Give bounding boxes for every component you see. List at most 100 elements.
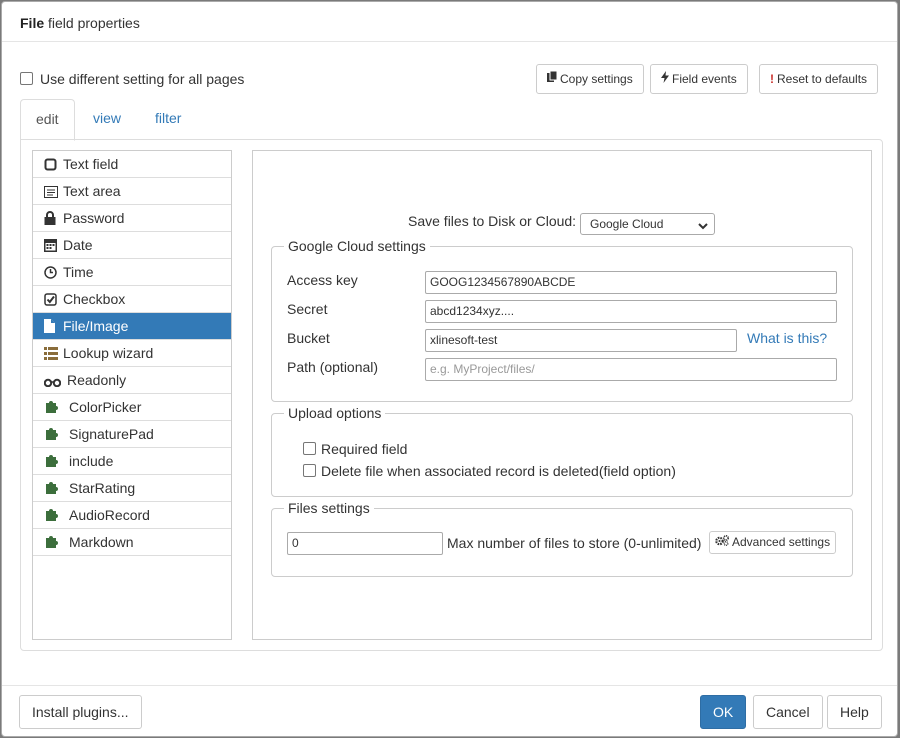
field-properties-dialog: File field properties Use different sett… xyxy=(1,1,898,737)
sidebar-item-label: Time xyxy=(63,264,94,280)
puzzle-icon xyxy=(44,453,62,467)
sidebar-item-label: Password xyxy=(63,210,125,226)
install-plugins-button[interactable]: Install plugins... xyxy=(19,695,142,729)
sidebar-item-label: File/Image xyxy=(63,318,129,334)
ok-button[interactable]: OK xyxy=(700,695,747,729)
top-toolbar: Use different setting for all pages Copy… xyxy=(20,64,879,94)
tab-filter[interactable]: filter xyxy=(140,99,196,140)
sidebar-item-checkbox[interactable]: Checkbox xyxy=(33,286,231,313)
sidebar-item-password[interactable]: Password xyxy=(33,205,231,232)
file-icon xyxy=(44,319,58,333)
sidebar-item-lookup-wizard[interactable]: Lookup wizard xyxy=(33,340,231,367)
square-outline-icon xyxy=(44,158,58,172)
bucket-label: Bucket xyxy=(287,330,330,346)
sidebar-item-label: Checkbox xyxy=(63,291,126,307)
path-label: Path (optional) xyxy=(287,359,379,375)
dialog-titlebar: File field properties xyxy=(2,2,897,42)
sidebar-item-signaturepad[interactable]: SignaturePad xyxy=(33,421,231,448)
sidebar-item-text-area[interactable]: Text area xyxy=(33,178,231,205)
secret-label: Secret xyxy=(287,301,328,317)
reset-defaults-label: Reset to defaults xyxy=(777,72,868,86)
bucket-input[interactable]: xlinesoft-test xyxy=(425,329,737,352)
path-input[interactable]: e.g. MyProject/files/ xyxy=(425,358,837,381)
advanced-settings-button[interactable]: Advanced settings xyxy=(709,531,837,554)
secret-input[interactable]: abcd1234xyz.... xyxy=(425,300,837,323)
access-key-input[interactable]: GOOG1234567890ABCDE xyxy=(425,271,837,294)
sidebar-item-label: AudioRecord xyxy=(69,507,150,523)
sidebar-item-label: Text field xyxy=(63,156,119,172)
all-pages-option[interactable]: Use different setting for all pages xyxy=(20,71,244,87)
upload-options-legend: Upload options xyxy=(288,405,382,421)
sidebar-item-text-field[interactable]: Text field xyxy=(33,151,231,178)
sidebar-item-label: Text area xyxy=(63,183,121,199)
what-is-this-link[interactable]: What is this? xyxy=(747,330,827,346)
cloud-settings-legend: Google Cloud settings xyxy=(288,238,426,254)
max-files-input[interactable]: 0 xyxy=(287,532,443,555)
dialog-footer: Install plugins... OK Cancel Help xyxy=(2,685,897,737)
puzzle-icon xyxy=(44,534,62,548)
sidebar-item-date[interactable]: Date xyxy=(33,232,231,259)
sidebar-item-label: Markdown xyxy=(69,534,134,550)
copy-settings-button[interactable]: Copy settings xyxy=(536,64,644,94)
sidebar-item-audiorecord[interactable]: AudioRecord xyxy=(33,502,231,529)
max-files-label: Max number of files to store (0-unlimite… xyxy=(447,535,702,551)
sidebar-item-colorpicker[interactable]: ColorPicker xyxy=(33,394,231,421)
storage-selected-value: Google Cloud xyxy=(590,217,664,231)
dialog-title-rest: field properties xyxy=(44,15,140,31)
sidebar-item-label: StarRating xyxy=(69,480,136,496)
chevron-down-icon xyxy=(698,219,708,233)
textarea-icon xyxy=(44,185,58,199)
sidebar-item-label: SignaturePad xyxy=(69,426,154,442)
field-events-button[interactable]: Field events xyxy=(650,64,748,94)
settings-panel: Save files to Disk or Cloud: Google Clou… xyxy=(252,150,872,640)
copy-icon xyxy=(547,65,558,93)
files-settings-legend: Files settings xyxy=(288,500,370,516)
required-field-checkbox[interactable] xyxy=(303,441,316,455)
cancel-button[interactable]: Cancel xyxy=(753,695,823,729)
clock-icon xyxy=(44,266,58,280)
storage-select[interactable]: Google Cloud xyxy=(580,213,715,235)
sidebar-item-starrating[interactable]: StarRating xyxy=(33,475,231,502)
required-field-option[interactable]: Required field xyxy=(303,441,407,457)
glasses-icon xyxy=(43,374,62,388)
puzzle-icon xyxy=(44,399,62,413)
calendar-icon xyxy=(44,239,58,253)
list-icon xyxy=(44,347,58,361)
access-key-label: Access key xyxy=(287,272,358,288)
exclamation-icon: ! xyxy=(770,72,774,86)
lock-icon xyxy=(44,211,58,225)
sidebar-item-readonly[interactable]: Readonly xyxy=(33,367,231,394)
advanced-settings-label: Advanced settings xyxy=(732,535,831,549)
delete-file-option[interactable]: Delete file when associated record is de… xyxy=(303,463,676,479)
sidebar-item-label: Lookup wizard xyxy=(63,345,154,361)
gears-icon xyxy=(715,532,730,553)
delete-file-checkbox[interactable] xyxy=(303,463,316,477)
sidebar-item-label: include xyxy=(69,453,114,469)
copy-settings-label: Copy settings xyxy=(560,72,633,86)
all-pages-checkbox[interactable] xyxy=(20,72,33,86)
all-pages-label: Use different setting for all pages xyxy=(40,71,245,87)
sidebar-item-file-image[interactable]: File/Image xyxy=(33,313,231,340)
edit-tab-panel: Text field Text area Password Date Time … xyxy=(20,139,883,651)
sidebar-item-label: Readonly xyxy=(67,372,127,388)
sidebar-item-label: ColorPicker xyxy=(69,399,142,415)
tab-view[interactable]: view xyxy=(78,99,136,140)
delete-file-label: Delete file when associated record is de… xyxy=(321,463,676,479)
help-button[interactable]: Help xyxy=(827,695,882,729)
puzzle-icon xyxy=(44,480,62,494)
sidebar-item-markdown[interactable]: Markdown xyxy=(33,529,231,556)
puzzle-icon xyxy=(44,426,62,440)
check-square-icon xyxy=(44,293,58,307)
tab-edit[interactable]: edit xyxy=(20,99,75,141)
storage-label: Save files to Disk or Cloud: xyxy=(408,213,577,229)
puzzle-icon xyxy=(44,507,62,521)
reset-defaults-button[interactable]: ! Reset to defaults xyxy=(759,64,879,94)
required-field-label: Required field xyxy=(321,441,408,457)
edit-type-list: Text field Text area Password Date Time … xyxy=(32,150,232,640)
sidebar-item-include[interactable]: include xyxy=(33,448,231,475)
sidebar-item-label: Date xyxy=(63,237,93,253)
sidebar-item-time[interactable]: Time xyxy=(33,259,231,286)
field-events-label: Field events xyxy=(672,72,737,86)
dialog-title-bold: File xyxy=(20,15,45,31)
bolt-icon xyxy=(661,65,669,93)
